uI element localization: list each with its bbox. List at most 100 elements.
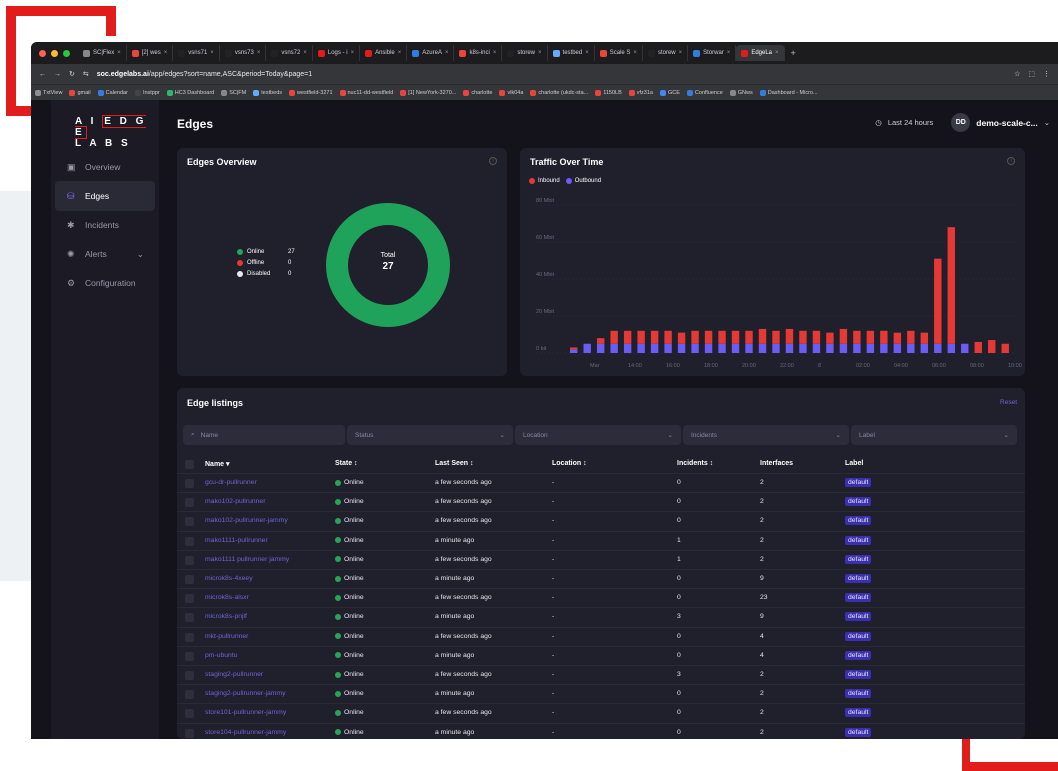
edge-name-link[interactable]: microk8s-alsxr [205,594,249,601]
edge-name-link[interactable]: pm-ubuntu [205,652,238,659]
table-row[interactable]: mako1111-pullrunner Online a minute ago - 1 2… [177,530,1025,550]
bookmark-item[interactable]: vlk04a [499,89,523,96]
tab-close-icon[interactable]: × [538,50,542,56]
browser-tab[interactable]: Storwar × [688,45,737,61]
bookmark-item[interactable]: testbeds [253,89,282,96]
browser-tab[interactable]: AzureA × [407,45,455,61]
filter-status-select[interactable]: Status ⌄ [347,425,513,445]
table-row[interactable]: mako102-pullrunner Online a few seconds ag… [177,492,1025,511]
bookmark-item[interactable]: HC3 Dashboard [166,89,214,96]
table-row[interactable]: mkt-pullrunner Online a few seconds ago - 0 4… [177,626,1025,646]
browser-tab[interactable]: storew × [502,45,548,61]
sidebar-item-incidents[interactable]: ✱ Incidents [51,210,159,240]
filter-location-select[interactable]: Location ⌄ [515,425,681,445]
edge-name-link[interactable]: staging2-pullrunner [205,671,263,678]
period-selector[interactable]: Last 24 hours [888,118,933,127]
browser-tab[interactable]: SC|Flex × [78,45,127,61]
edge-name-link[interactable]: mako1111-pullrunner [205,537,268,544]
tab-close-icon[interactable]: × [679,50,683,56]
edge-name-link[interactable]: gcu-dr-pullrunner [205,479,257,486]
edge-name-link[interactable]: microk8s-pnjlf [205,613,247,620]
table-row[interactable]: microk8s-4xeey Online a minute ago - 0 9 defau… [177,569,1025,588]
tab-close-icon[interactable]: × [303,50,307,56]
row-checkbox[interactable] [185,479,194,488]
sidebar-item-overview[interactable]: ▣ Overview [51,152,159,182]
sidebar-item-configuration[interactable]: ⚙ Configuration [51,268,159,298]
bookmark-star-icon[interactable]: ☆ [1014,70,1020,78]
filter-incidents-select[interactable]: Incidents ⌄ [683,425,849,445]
table-row[interactable]: mako102-pullrunner-jammy Online a few seco… [177,511,1025,530]
edge-name-link[interactable]: store101-pullrunner-jammy [205,709,286,716]
url-field[interactable]: soc.edgelabs.ai/app/edges?sort=name,ASC&… [97,71,1006,78]
edge-name-link[interactable]: staging2-pullrunner-jammy [205,690,285,697]
row-checkbox[interactable] [185,671,194,680]
edge-name-link[interactable]: mkt-pullrunner [205,633,248,640]
bookmark-item[interactable]: Confluence [686,89,723,96]
filter-label-select[interactable]: Label ⌄ [851,425,1017,445]
browser-tab[interactable]: vsns72 × [266,45,313,61]
bookmark-item[interactable]: 1150LB [595,89,622,96]
tab-close-icon[interactable]: × [210,50,214,56]
row-checkbox[interactable] [185,594,194,604]
reset-button[interactable]: Reset [1000,399,1017,406]
extensions-icon[interactable]: ⬚ [1028,70,1035,78]
tab-close-icon[interactable]: × [117,50,121,56]
row-checkbox[interactable] [185,613,194,623]
browser-tab[interactable]: testbed × [548,45,595,61]
table-row[interactable]: mako1111 pullrunner jammy Online a few sec… [177,549,1025,569]
table-row[interactable]: store104-pullrunner-jammy Online a minute … [177,722,1025,739]
browser-tab[interactable]: vsns71 × [173,45,220,61]
tab-close-icon[interactable]: × [493,50,497,56]
row-checkbox[interactable] [185,709,194,719]
maximize-window-button[interactable] [63,49,70,57]
edge-name-link[interactable]: store104-pullrunner-jammy [205,729,286,736]
site-settings-icon[interactable]: ⇆ [83,70,89,78]
sidebar-item-alerts[interactable]: ✺ Alerts ⌄ [51,239,159,269]
tab-close-icon[interactable]: × [633,50,637,56]
column-header[interactable]: Incidents ↕ [677,460,713,467]
table-row[interactable]: store101-pullrunner-jammy Online a few sec… [177,703,1025,722]
bookmark-item[interactable]: GNws [729,89,753,96]
table-row[interactable]: microk8s-alsxr Online a few seconds ago - 0 2… [177,588,1025,607]
row-checkbox[interactable] [185,555,194,565]
edge-name-link[interactable]: mako1111 pullrunner jammy [205,556,289,563]
tab-close-icon[interactable]: × [445,50,449,56]
back-icon[interactable]: ← [39,71,46,78]
new-tab-button[interactable]: + [785,48,796,58]
table-row[interactable]: staging2-pullrunner-jammy Online a minute … [177,684,1025,703]
bookmark-item[interactable]: gmail [69,89,91,96]
bookmark-item[interactable]: Dashboard - Micro... [759,89,818,96]
bookmark-item[interactable]: nuc11-dd-westfield [339,89,393,96]
bookmark-item[interactable]: SC|FM [221,89,246,96]
browser-tab[interactable]: EdgeLa × [736,45,785,61]
browser-tab[interactable]: Logs - i × [313,45,361,61]
tab-close-icon[interactable]: × [585,50,589,56]
minimize-window-button[interactable] [51,49,58,57]
search-input[interactable]: ⌕ Name [183,425,345,445]
bookmark-item[interactable]: vfz31a [628,89,653,96]
column-header[interactable]: State ↕ [335,460,358,467]
bookmark-item[interactable]: GCE [660,89,680,96]
edge-name-link[interactable]: microk8s-4xeey [205,575,253,582]
browser-tab[interactable]: [2] wes × [127,45,174,61]
row-checkbox[interactable] [185,728,194,738]
edge-name-link[interactable]: mako102-pullrunner-jammy [205,517,288,524]
select-all-checkbox[interactable] [185,460,194,469]
table-row[interactable]: pm-ubuntu Online a minute ago - 0 4 default [177,645,1025,665]
row-checkbox[interactable] [185,517,194,527]
row-checkbox[interactable] [185,651,194,661]
chevron-down-icon[interactable]: ⌄ [1044,118,1050,127]
tab-close-icon[interactable]: × [775,50,779,56]
row-checkbox[interactable] [185,690,194,700]
row-checkbox[interactable] [185,575,194,584]
table-row[interactable]: microk8s-pnjlf Online a minute ago - 3 9 defau… [177,607,1025,626]
sidebar-item-edges[interactable]: ⛁ Edges [55,181,155,211]
bookmark-item[interactable]: TxtView [35,89,62,96]
forward-icon[interactable]: → [54,71,61,78]
account-selector[interactable]: demo-scale-c... [976,118,1037,128]
avatar[interactable]: DD [951,113,971,132]
bookmark-item[interactable]: charlotte (ukdc-sta... [530,89,588,96]
column-header[interactable]: Last Seen ↕ [435,460,474,467]
bookmark-item[interactable]: charlotte [463,89,492,96]
menu-icon[interactable]: ⋮ [1043,70,1050,78]
